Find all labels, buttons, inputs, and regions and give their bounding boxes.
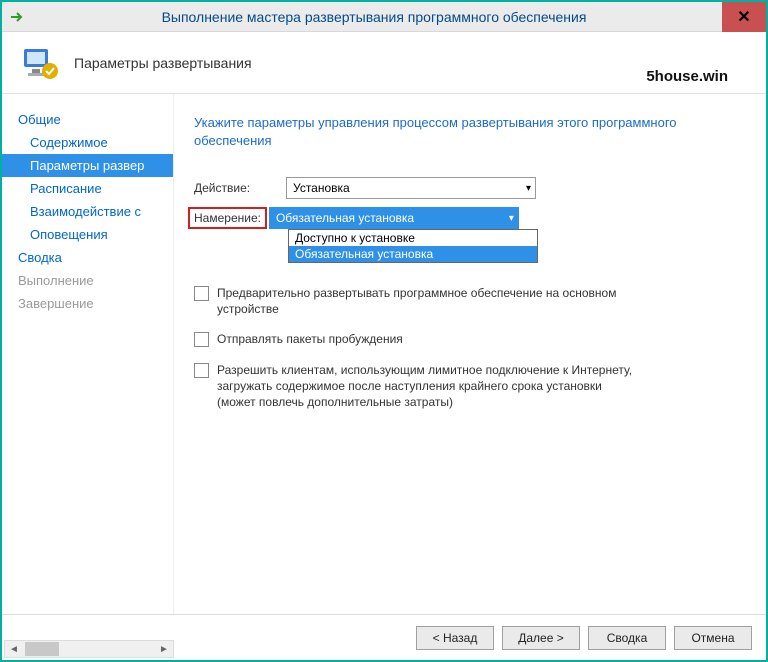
scroll-left-icon[interactable]: ◄: [5, 641, 23, 657]
checkbox-row: Разрешить клиентам, использующим лимитно…: [194, 362, 740, 411]
sidebar-horizontal-scrollbar[interactable]: ◄ ►: [4, 640, 174, 658]
checkbox-row: Отправлять пакеты пробуждения: [194, 331, 740, 347]
checkbox[interactable]: [194, 332, 209, 347]
window-title: Выполнение мастера развертывания програм…: [26, 9, 722, 25]
purpose-select-value: Обязательная установка: [276, 211, 414, 225]
cancel-button[interactable]: Отмена: [674, 626, 752, 650]
purpose-row: Намерение: Обязательная установка ▾ Дост…: [194, 207, 740, 229]
purpose-option[interactable]: Доступно к установке: [289, 230, 537, 246]
checkbox-label: Предварительно развертывать программное …: [217, 285, 637, 317]
scrollbar-thumb[interactable]: [25, 642, 59, 656]
checkbox-label: Разрешить клиентам, использующим лимитно…: [217, 362, 637, 411]
next-button[interactable]: Далее >: [502, 626, 580, 650]
sidebar-item[interactable]: Содержимое: [2, 131, 173, 154]
sidebar-item[interactable]: Общие: [2, 108, 173, 131]
sidebar-item: Выполнение: [2, 269, 173, 292]
sidebar-item[interactable]: Оповещения: [2, 223, 173, 246]
purpose-option[interactable]: Обязательная установка: [289, 246, 537, 262]
purpose-dropdown: Доступно к установкеОбязательная установ…: [288, 229, 538, 263]
sidebar-item[interactable]: Взаимодействие с: [2, 200, 173, 223]
checkbox[interactable]: [194, 286, 209, 301]
wizard-next-arrow-icon: [8, 8, 26, 26]
action-label: Действие:: [194, 181, 286, 195]
close-button[interactable]: ✕: [722, 2, 766, 32]
wizard-sidebar: ОбщиеСодержимоеПараметры разверРасписани…: [2, 94, 174, 614]
wizard-icon: [20, 43, 60, 83]
purpose-label: Намерение:: [194, 211, 261, 225]
sidebar-item[interactable]: Сводка: [2, 246, 173, 269]
chevron-down-icon: ▾: [526, 183, 531, 194]
page-title: Параметры развертывания: [74, 55, 252, 71]
action-select-value: Установка: [293, 181, 350, 195]
purpose-select[interactable]: Обязательная установка ▾: [269, 207, 519, 229]
instruction-text: Укажите параметры управления процессом р…: [194, 114, 740, 149]
action-row: Действие: Установка ▾: [194, 177, 740, 199]
back-button[interactable]: < Назад: [416, 626, 494, 650]
summary-button[interactable]: Сводка: [588, 626, 666, 650]
wizard-header: Параметры развертывания 5house.win: [2, 32, 766, 94]
sidebar-item[interactable]: Параметры развер: [2, 154, 173, 177]
titlebar: Выполнение мастера развертывания програм…: [2, 2, 766, 32]
checkbox-label: Отправлять пакеты пробуждения: [217, 331, 403, 347]
scroll-right-icon[interactable]: ►: [155, 641, 173, 657]
checkbox[interactable]: [194, 363, 209, 378]
sidebar-item[interactable]: Расписание: [2, 177, 173, 200]
sidebar-item: Завершение: [2, 292, 173, 315]
wizard-content: Укажите параметры управления процессом р…: [174, 94, 766, 614]
watermark: 5house.win: [646, 68, 728, 85]
checkbox-row: Предварительно развертывать программное …: [194, 285, 740, 317]
action-select[interactable]: Установка ▾: [286, 177, 536, 199]
chevron-down-icon: ▾: [509, 213, 514, 224]
